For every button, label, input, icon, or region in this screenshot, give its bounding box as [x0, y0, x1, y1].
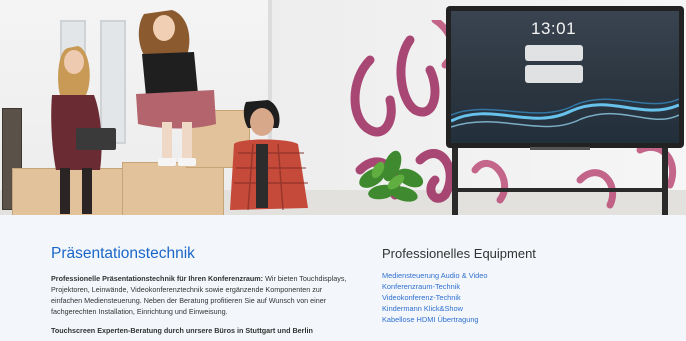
- hero-person-woman-phone: [136, 10, 216, 166]
- tv-stand-leg: [452, 148, 458, 215]
- touch-display-clock: 13:01: [531, 19, 577, 38]
- equipment-column: Professionelles Equipment Mediensteuerun…: [382, 245, 662, 325]
- tv-stand-bar: [452, 188, 668, 192]
- touch-display-brand: [530, 147, 590, 150]
- equipment-link-hdmi[interactable]: Kabellose HDMI Übertragung: [382, 314, 662, 325]
- hero-person-woman-laptop: [51, 46, 116, 214]
- touch-display-wave: [451, 98, 679, 128]
- presentation-title: Präsentationstechnik: [51, 245, 195, 262]
- equipment-link-videokonferenz[interactable]: Videokonferenz-Technik: [382, 292, 662, 303]
- equipment-link-mediensteuerung[interactable]: Mediensteuerung Audio & Video: [382, 270, 662, 281]
- tv-stand-leg: [662, 148, 668, 215]
- equipment-link-kindermann[interactable]: Kindermann Klick&Show: [382, 303, 662, 314]
- equipment-title: Professionelles Equipment: [382, 246, 536, 261]
- presentation-intro: Professionelle Präsentationstechnik für …: [51, 273, 351, 317]
- presentation-column: Präsentationstechnik Professionelle Präs…: [51, 245, 351, 336]
- presentation-intro-lead: Professionelle Präsentationstechnik für …: [51, 274, 264, 283]
- equipment-link-konferenzraum[interactable]: Konferenzraum-Technik: [382, 281, 662, 292]
- hero-touch-display: 13:01: [446, 6, 684, 150]
- touch-display-widget: [525, 45, 583, 61]
- presentation-subheading: Touchscreen Experten-Beratung durch unrs…: [51, 326, 313, 335]
- touch-display-screen: 13:01: [451, 11, 679, 143]
- hero-plant: [359, 150, 424, 202]
- hero-image: 13:01: [0, 0, 686, 215]
- hero-person-man: [230, 100, 308, 211]
- content-section: Präsentationstechnik Professionelle Präs…: [0, 215, 686, 341]
- equipment-link-list: Mediensteuerung Audio & Video Konferenzr…: [382, 270, 662, 325]
- hero-crate: [122, 162, 224, 215]
